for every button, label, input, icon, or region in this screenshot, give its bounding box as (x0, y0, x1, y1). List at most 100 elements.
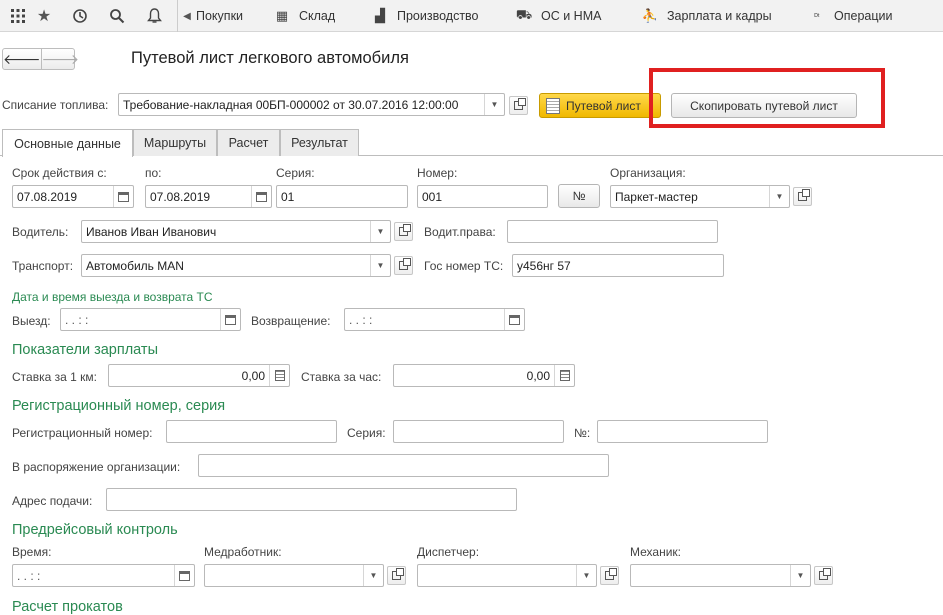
highlight-annotation (649, 68, 885, 128)
return-label: Возвращение: (251, 314, 331, 328)
calendar-icon[interactable] (113, 186, 133, 207)
open-transport-button[interactable] (394, 256, 413, 275)
section-purchases[interactable]: Покупки (196, 0, 243, 32)
organization-label: Организация: (610, 166, 686, 180)
back-arrow-icon[interactable]: 🡐 (3, 49, 42, 69)
dispatcher-label: Диспетчер: (417, 545, 480, 559)
return-field[interactable]: . . : : (344, 308, 525, 331)
departure-field[interactable]: . . : : (60, 308, 241, 331)
calculator-icon[interactable] (269, 365, 289, 386)
plate-field[interactable]: у456нг 57 (512, 254, 724, 277)
transport-label: Транспорт: (12, 259, 74, 273)
cut-off-section-title: Расчет прокатов (12, 599, 123, 615)
reg-series-field[interactable] (393, 420, 564, 443)
tab-routes[interactable]: Маршруты (133, 129, 217, 156)
control-section-title: Предрейсовый контроль (12, 522, 178, 538)
tab-calculation[interactable]: Расчет (217, 129, 280, 156)
driver-label: Водитель: (12, 225, 69, 239)
open-icon (605, 568, 617, 580)
rate-per-hour-field[interactable]: 0,00 (393, 364, 575, 387)
calendar-icon[interactable] (220, 309, 240, 330)
fuel-writeoff-label: Списание топлива: (2, 98, 109, 112)
license-field[interactable] (507, 220, 718, 243)
rate-per-km-label: Ставка за 1 км: (12, 370, 97, 384)
tab-main-data[interactable]: Основные данные (2, 129, 133, 157)
open-icon (392, 568, 404, 580)
star-icon[interactable]: ★ (26, 0, 62, 32)
calculator-icon[interactable] (554, 365, 574, 386)
plate-label: Гос номер ТС: (424, 259, 504, 273)
rate-per-hour-label: Ставка за час: (301, 370, 382, 384)
medic-field[interactable]: ▼ (204, 564, 384, 587)
open-dispatcher-button[interactable] (600, 566, 619, 585)
organization-field[interactable]: Паркет-мастер ▼ (610, 185, 790, 208)
section-salary[interactable]: ⛹ Зарплата и кадры (641, 0, 772, 32)
dropdown-arrow-icon[interactable]: ▼ (363, 565, 383, 586)
driver-field[interactable]: Иванов Иван Иванович ▼ (81, 220, 391, 243)
dropdown-arrow-icon[interactable]: ▼ (790, 565, 810, 586)
toolbar-divider (177, 0, 178, 32)
open-organization-button[interactable] (793, 187, 812, 206)
dropdown-arrow-icon[interactable]: ▼ (484, 94, 504, 115)
tab-bar: Основные данные Маршруты Расчет Результа… (0, 129, 943, 157)
org-disposal-label: В распоряжение организации: (12, 460, 181, 474)
reg-no-label: №: (574, 426, 591, 440)
mechanic-field[interactable]: ▼ (630, 564, 811, 587)
registration-section-title: Регистрационный номер, серия (12, 398, 226, 414)
reg-no-field[interactable] (597, 420, 768, 443)
transport-field[interactable]: Автомобиль MAN ▼ (81, 254, 391, 277)
page-title: Путевой лист легкового автомобиля (131, 49, 409, 67)
open-fuel-doc-button[interactable] (509, 96, 528, 115)
address-field[interactable] (106, 488, 517, 511)
license-label: Водит.права: (424, 225, 496, 239)
dropdown-arrow-icon[interactable]: ▼ (769, 186, 789, 207)
org-disposal-field[interactable] (198, 454, 609, 477)
factory-icon: ▟ (375, 8, 385, 23)
forward-arrow-icon[interactable]: 🡒 (42, 49, 80, 69)
number-field[interactable]: 001 (417, 185, 548, 208)
number-button[interactable]: № (558, 184, 600, 208)
warehouse-icon: ▦ (275, 8, 289, 23)
bell-icon[interactable] (136, 0, 172, 32)
time-label: Время: (12, 545, 52, 559)
waybill-button[interactable]: Путевой лист (539, 93, 661, 118)
series-field[interactable]: 01 (276, 185, 408, 208)
scroll-left-icon[interactable]: ◀ (180, 0, 194, 32)
valid-to-field[interactable]: 07.08.2019 (145, 185, 272, 208)
time-field[interactable]: . . : : (12, 564, 195, 587)
open-icon (798, 189, 810, 201)
series-label: Серия: (276, 166, 315, 180)
person-icon: ⛹ (641, 8, 659, 23)
open-mechanic-button[interactable] (814, 566, 833, 585)
dropdown-arrow-icon[interactable]: ▼ (370, 221, 390, 242)
open-icon (399, 258, 411, 270)
dispatcher-field[interactable]: ▼ (417, 564, 597, 587)
calendar-icon[interactable] (504, 309, 524, 330)
section-fixed-assets[interactable]: ⛟ ОС и НМА (516, 0, 602, 32)
reg-series-label: Серия: (347, 426, 386, 440)
address-label: Адрес подачи: (12, 494, 93, 508)
search-icon[interactable] (99, 0, 135, 32)
valid-from-field[interactable]: 07.08.2019 (12, 185, 134, 208)
section-production[interactable]: ▟ Производство (373, 0, 479, 32)
calendar-icon[interactable] (174, 565, 194, 586)
section-operations[interactable]: ᴰᵗ Операции (810, 0, 892, 32)
top-menu-bar: ★ ◀ Покупки ▦ Склад ▟ Производство ⛟ ОС … (0, 0, 943, 32)
reg-number-label: Регистрационный номер: (12, 426, 153, 440)
section-warehouse[interactable]: ▦ Склад (275, 0, 335, 32)
valid-from-label: Срок действия с: (12, 166, 107, 180)
open-driver-button[interactable] (394, 222, 413, 241)
dropdown-arrow-icon[interactable]: ▼ (576, 565, 596, 586)
reg-number-field[interactable] (166, 420, 337, 443)
open-medic-button[interactable] (387, 566, 406, 585)
dropdown-arrow-icon[interactable]: ▼ (370, 255, 390, 276)
medic-label: Медработник: (204, 545, 282, 559)
tab-result[interactable]: Результат (280, 129, 359, 156)
fuel-writeoff-field[interactable]: Требование-накладная 00БП-000002 от 30.0… (118, 93, 505, 116)
history-navigation: 🡐 🡒 (2, 48, 79, 70)
rate-per-km-field[interactable]: 0,00 (108, 364, 290, 387)
history-icon[interactable] (62, 0, 98, 32)
departure-label: Выезд: (12, 314, 51, 328)
calendar-icon[interactable] (251, 186, 271, 207)
mechanic-label: Механик: (630, 545, 681, 559)
